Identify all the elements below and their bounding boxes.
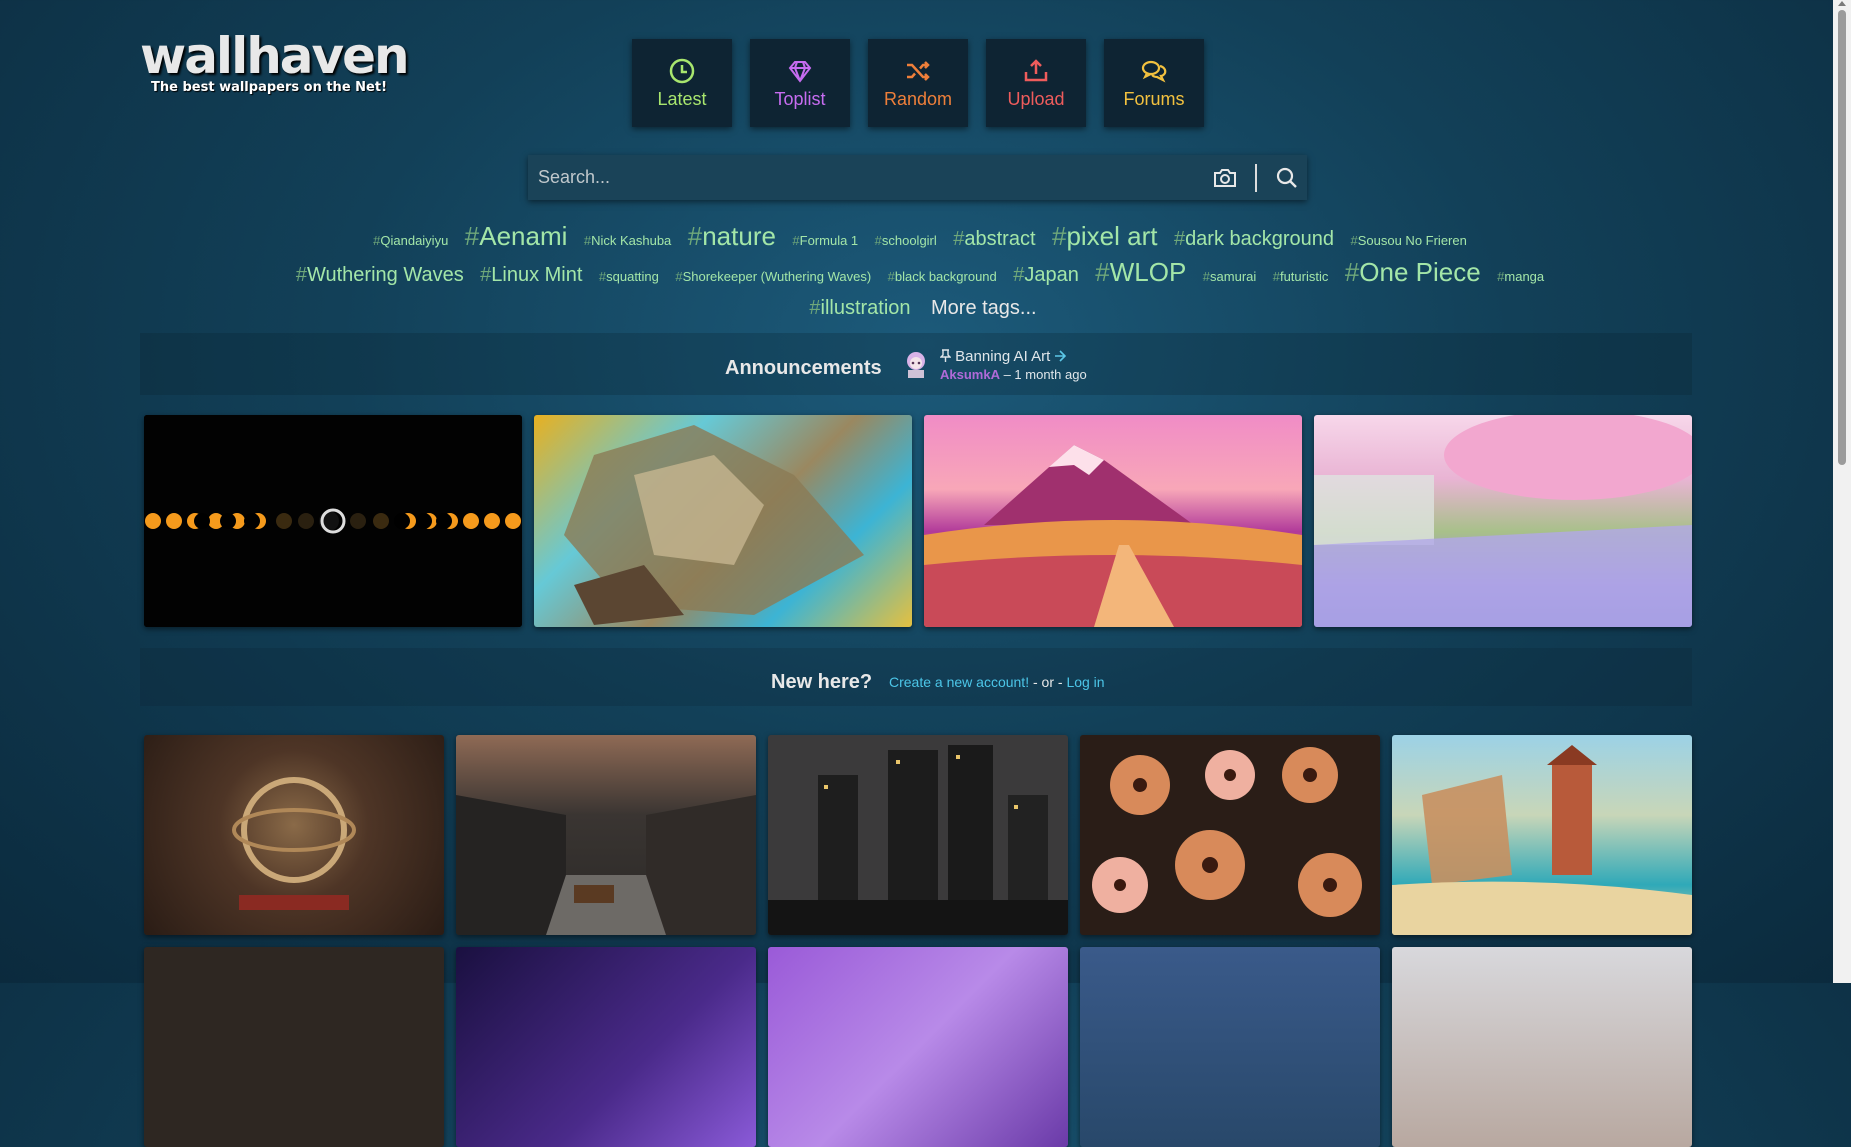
nav-toplist-label: Toplist	[774, 88, 826, 109]
announcements-bar: Announcements Banning AI Art AksumkA – 1…	[140, 333, 1692, 395]
tag-link[interactable]: abstract	[953, 221, 1035, 257]
nav-upload-button[interactable]: Upload	[986, 39, 1086, 127]
logo-wordmark: wallhaven	[140, 27, 410, 85]
canal-image	[456, 795, 756, 935]
featured-thumbnail-sakura[interactable]	[1314, 415, 1692, 627]
clock-icon	[669, 58, 695, 83]
tag-link[interactable]: manga	[1497, 259, 1544, 295]
tag-link[interactable]: One Piece	[1345, 254, 1480, 290]
more-tags-link[interactable]: More tags...	[931, 290, 1037, 326]
scroll-up-icon[interactable]	[1838, 1, 1846, 6]
announcement-headline[interactable]: Banning AI Art	[939, 348, 1067, 365]
search-divider	[1255, 163, 1257, 192]
announcement-meta: AksumkA – 1 month ago	[940, 367, 1087, 382]
arrow-right-icon	[1055, 350, 1067, 362]
sakura-image	[1314, 415, 1692, 627]
island-image	[564, 425, 864, 625]
nav-latest-button[interactable]: Latest	[632, 39, 732, 127]
wallpaper-thumbnail[interactable]	[768, 735, 1068, 935]
scrollbar-thumb[interactable]	[1838, 10, 1846, 465]
main-nav: Latest Toplist Random Upload Forums	[632, 39, 1204, 127]
tag-link[interactable]: dark background	[1174, 221, 1334, 257]
tag-link[interactable]: illustration	[809, 290, 911, 326]
camera-search-button[interactable]	[1205, 167, 1245, 189]
wallpaper-grid	[144, 735, 1692, 1147]
nav-random-label: Random	[883, 88, 953, 109]
tag-row: Qiandaiyiyu Aenami Nick Kashuba nature F…	[270, 218, 1570, 254]
chat-icon	[1141, 60, 1167, 82]
tropical-image	[1392, 745, 1692, 935]
vertical-scrollbar[interactable]	[1833, 0, 1851, 983]
nav-random-button[interactable]: Random	[868, 39, 968, 127]
tag-link[interactable]: WLOP	[1095, 254, 1187, 290]
create-account-link[interactable]: Create a new account!	[889, 674, 1029, 690]
shuffle-icon	[907, 60, 930, 81]
search-icon	[1276, 167, 1297, 188]
nav-forums-button[interactable]: Forums	[1104, 39, 1204, 127]
pin-icon	[939, 349, 952, 362]
diamond-icon	[788, 60, 812, 83]
search-submit-button[interactable]	[1267, 166, 1307, 190]
wallpaper-thumbnail[interactable]	[1392, 947, 1692, 1147]
tag-link[interactable]: squatting	[599, 259, 659, 295]
logo-tagline: The best wallpapers on the Net!	[151, 80, 387, 95]
featured-thumbnail-island[interactable]	[534, 415, 912, 627]
tag-link[interactable]: pixel art	[1052, 218, 1157, 254]
wallpaper-thumbnail[interactable]	[144, 735, 444, 935]
avatar[interactable]	[903, 350, 929, 378]
tag-row: Wuthering Waves Linux Mint squatting Sho…	[270, 254, 1570, 290]
eclipse-image	[144, 415, 522, 627]
tag-link[interactable]: Aenami	[465, 218, 567, 254]
tag-row: illustration More tags...	[270, 290, 1570, 326]
upload-icon	[1024, 58, 1048, 81]
tag-link[interactable]: Japan	[1013, 257, 1079, 293]
orrery-image	[232, 777, 356, 910]
featured-wallpapers	[144, 415, 1692, 627]
wallpaper-thumbnail[interactable]	[1080, 735, 1380, 935]
tag-link[interactable]: nature	[688, 218, 776, 254]
wallpaper-thumbnail[interactable]	[1392, 735, 1692, 935]
tag-link[interactable]: Linux Mint	[480, 257, 582, 293]
nav-latest-label: Latest	[657, 88, 707, 109]
welcome-actions: Create a new account! - or - Log in	[889, 674, 1105, 690]
nav-toplist-button[interactable]: Toplist	[750, 39, 850, 127]
announcement-author[interactable]: AksumkA	[940, 367, 1000, 382]
announcement-time: – 1 month ago	[999, 367, 1087, 382]
welcome-title: New here?	[771, 671, 873, 693]
tag-link[interactable]: futuristic	[1273, 259, 1328, 295]
nav-forums-label: Forums	[1123, 88, 1185, 109]
search-bar	[528, 154, 1307, 201]
welcome-bar: New here? Create a new account! - or - L…	[140, 648, 1692, 706]
nav-upload-label: Upload	[1007, 88, 1065, 109]
flowers-image	[1092, 747, 1362, 917]
announcement-title-text[interactable]: Banning AI Art	[955, 348, 1050, 365]
login-link[interactable]: Log in	[1066, 674, 1104, 690]
city-image	[768, 745, 1068, 935]
announcements-title: Announcements	[725, 357, 882, 379]
wallpaper-thumbnail[interactable]	[456, 947, 756, 1147]
wallpaper-thumbnail[interactable]	[768, 947, 1068, 1147]
mountain-image	[924, 445, 1302, 627]
wallpaper-thumbnail[interactable]	[144, 947, 444, 1147]
welcome-or: - or -	[1029, 674, 1067, 690]
wallpaper-thumbnail[interactable]	[456, 735, 756, 935]
site-logo[interactable]: wallhaven The best wallpapers on the Net…	[140, 27, 410, 95]
featured-thumbnail-mountain[interactable]	[924, 415, 1302, 627]
camera-icon	[1214, 168, 1236, 187]
tag-link[interactable]: Wuthering Waves	[296, 257, 464, 293]
wallpaper-thumbnail[interactable]	[1080, 947, 1380, 1147]
search-input[interactable]	[528, 154, 1205, 201]
featured-thumbnail-eclipse[interactable]	[144, 415, 522, 627]
popular-tags: Qiandaiyiyu Aenami Nick Kashuba nature F…	[270, 218, 1570, 326]
tag-link[interactable]: samurai	[1203, 259, 1256, 295]
